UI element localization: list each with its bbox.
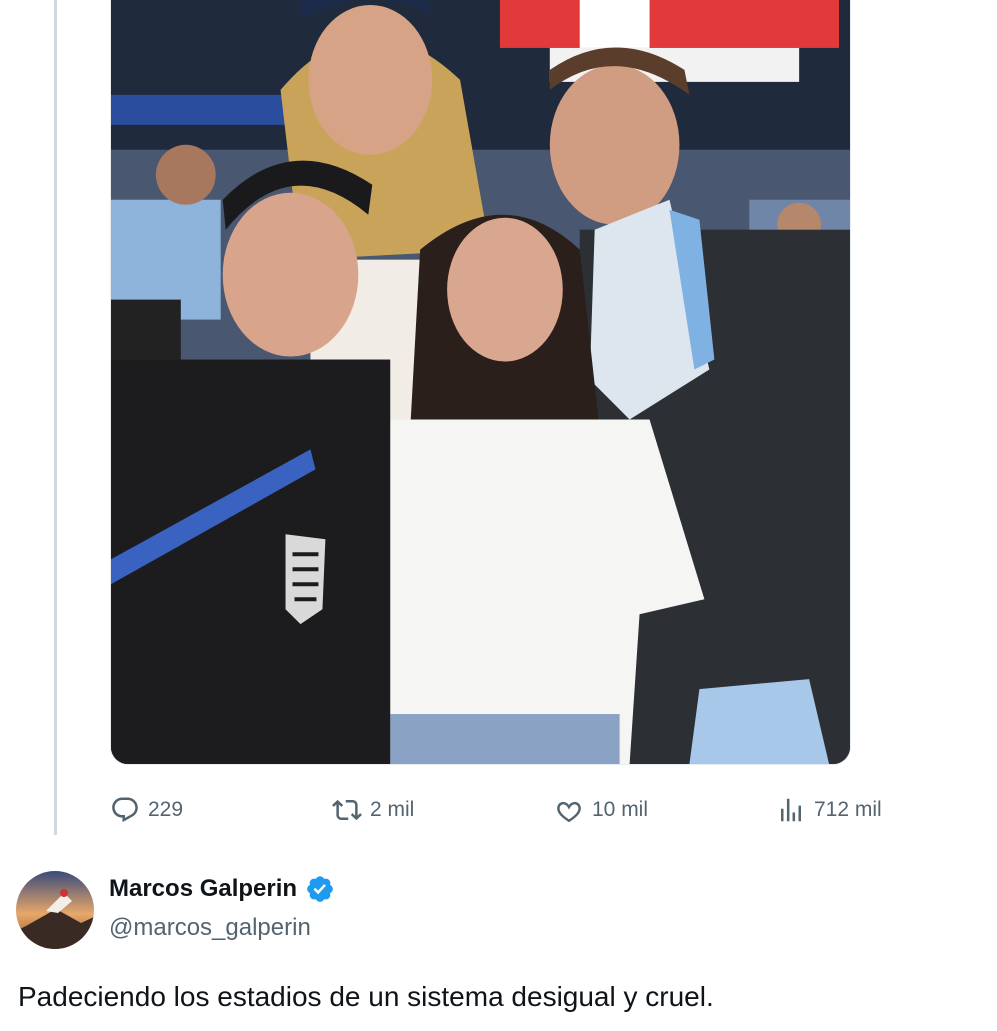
tweet-text: Padeciendo los estadios de un sistema de… — [18, 981, 714, 1012]
tweet-action-bar: 229 2 mil 10 mil 712 mil — [110, 788, 910, 832]
like-count: 10 mil — [592, 798, 649, 821]
author-avatar[interactable] — [16, 871, 94, 949]
tweet-thread: 229 2 mil 10 mil 712 mil Marcos Galperin… — [0, 0, 997, 1031]
repost-count: 2 mil — [370, 798, 415, 821]
views-button[interactable]: 712 mil — [776, 788, 882, 832]
reply-count: 229 — [148, 798, 184, 821]
reply-button[interactable]: 229 — [110, 788, 183, 832]
stadium-photo-illustration — [111, 0, 850, 764]
views-icon — [776, 795, 806, 825]
views-count: 712 mil — [814, 798, 882, 821]
repost-icon — [332, 795, 362, 825]
thread-connector-line — [54, 0, 57, 835]
like-button[interactable]: 10 mil — [554, 788, 648, 832]
repost-button[interactable]: 2 mil — [332, 788, 414, 832]
author-handle[interactable]: @marcos_galperin — [109, 914, 311, 942]
author-display-name[interactable]: Marcos Galperin — [109, 875, 297, 903]
author-name-row[interactable]: Marcos Galperin — [109, 874, 335, 904]
heart-icon — [554, 795, 584, 825]
tweet-photo[interactable] — [110, 0, 851, 765]
reply-icon — [110, 795, 140, 825]
verified-badge-icon — [305, 874, 335, 904]
